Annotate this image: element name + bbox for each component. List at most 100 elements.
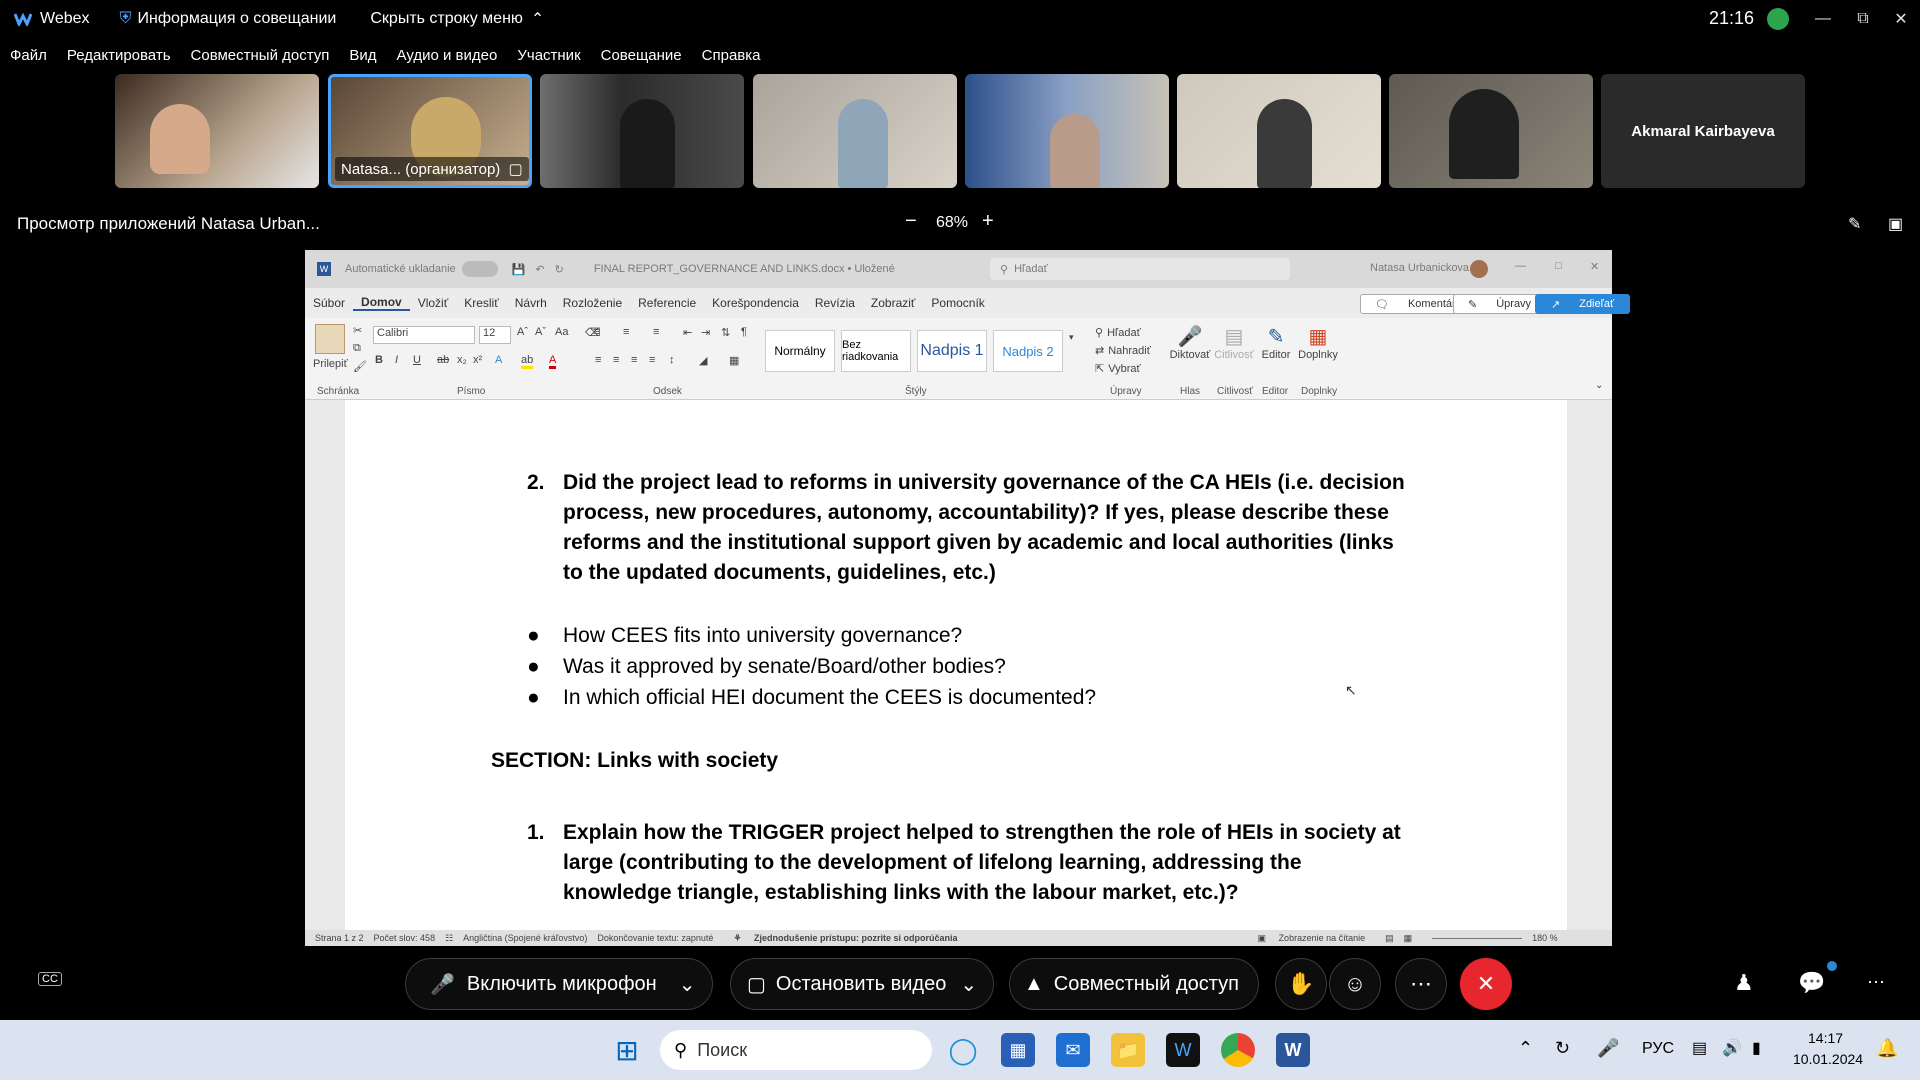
participant-video[interactable] [540, 74, 744, 188]
tab-insert[interactable]: Vložiť [410, 296, 457, 310]
edge-icon[interactable]: ◯ [946, 1033, 980, 1067]
tab-design[interactable]: Návrh [507, 296, 555, 310]
style-normal[interactable]: Normálny [765, 330, 835, 372]
bullets-icon[interactable]: ≡ [593, 326, 599, 338]
volume-icon[interactable]: 🔊 [1722, 1038, 1742, 1058]
menu-meeting[interactable]: Совещание [601, 47, 682, 64]
format-painter-icon[interactable]: 🖌 [353, 360, 367, 373]
subscript-icon[interactable]: x₂ [457, 354, 467, 366]
status-language[interactable]: Angličtina (Spojené kráľovstvo) [463, 933, 587, 943]
participant-video[interactable] [1389, 74, 1593, 188]
style-heading-1[interactable]: Nadpis 1 [917, 330, 987, 372]
participant-video[interactable] [753, 74, 957, 188]
status-words[interactable]: Počet slov: 458 [374, 933, 436, 943]
shared-screen-icon[interactable]: ▣ [1888, 214, 1903, 234]
find-button[interactable]: ⚲ Hľadať [1095, 326, 1141, 340]
print-layout-icon[interactable]: ▤ [1385, 933, 1394, 944]
status-zoom[interactable]: 180 % [1532, 933, 1558, 943]
mail-icon[interactable]: ✉ [1056, 1033, 1090, 1067]
chat-icon[interactable]: 💬 [1798, 970, 1825, 996]
proofing-icon[interactable]: ☷ [445, 933, 453, 944]
windows-start-icon[interactable]: ⊞ [610, 1033, 644, 1067]
font-size-select[interactable]: 12 [479, 326, 511, 344]
redo-icon[interactable]: ↻ [555, 263, 564, 276]
strikethrough-icon[interactable]: ab [437, 354, 449, 366]
document-filename[interactable]: FINAL REPORT_GOVERNANCE AND LINKS.docx •… [594, 263, 895, 275]
webex-app[interactable]: Webex [14, 10, 90, 28]
align-right-icon[interactable]: ≡ [631, 354, 637, 366]
menu-audio-video[interactable]: Аудио и видео [397, 47, 498, 64]
unmute-button[interactable]: 🎤 Включить микрофон ⌄ [405, 958, 713, 1010]
change-case-icon[interactable]: Aa [555, 326, 568, 338]
chevron-down-icon[interactable]: ⌄ [679, 972, 696, 997]
participant-name-tile[interactable]: Akmaral Kairbayeva [1601, 74, 1805, 188]
participants-icon[interactable]: ♟ [1734, 970, 1754, 996]
more-panels-icon[interactable]: ⋯ [1867, 972, 1885, 993]
mic-muted-icon[interactable]: 🎤 [1597, 1038, 1619, 1059]
collapse-ribbon-icon[interactable]: ⌄ [1595, 380, 1603, 391]
zoom-in-icon[interactable]: + [982, 210, 994, 233]
chevron-up-icon[interactable]: ⌃ [1518, 1038, 1533, 1059]
superscript-icon[interactable]: x² [473, 354, 482, 366]
text-effects-icon[interactable]: A [495, 354, 502, 366]
close-icon[interactable]: ✕ [1878, 0, 1920, 38]
network-icon[interactable]: ▤ [1692, 1038, 1707, 1058]
justify-icon[interactable]: ≡ [649, 354, 655, 366]
align-left-icon[interactable]: ≡ [595, 354, 601, 366]
chrome-icon[interactable] [1221, 1033, 1255, 1067]
taskbar-time[interactable]: 14:17 [1808, 1030, 1843, 1046]
menu-file[interactable]: Файл [10, 47, 47, 64]
tab-home[interactable]: Domov [353, 295, 410, 311]
shading-icon[interactable]: ◢ [699, 354, 707, 367]
borders-icon[interactable]: ▦ [729, 354, 739, 367]
webex-taskbar-icon[interactable]: W [1166, 1033, 1200, 1067]
word-restore-icon[interactable]: □ [1555, 260, 1562, 272]
paste-icon[interactable] [315, 324, 345, 354]
align-center-icon[interactable]: ≡ [613, 354, 619, 366]
web-layout-icon[interactable]: ▦ [1404, 933, 1413, 944]
status-autocomplete[interactable]: Dokončovanie textu: zapnuté [597, 933, 713, 943]
paste-label[interactable]: Prilepiť [313, 358, 348, 370]
grow-font-icon[interactable]: Aˆ [517, 326, 528, 338]
menu-help[interactable]: Справка [702, 47, 761, 64]
pilcrow-icon[interactable]: ¶ [741, 326, 747, 338]
input-language[interactable]: РУС [1642, 1040, 1674, 1058]
tab-layout[interactable]: Rozloženie [555, 296, 630, 310]
addins-button[interactable]: ▦ Doplnky [1295, 324, 1341, 361]
word-user-name[interactable]: Natasa Urbanickova [1370, 262, 1469, 274]
save-icon[interactable]: 💾 [512, 263, 526, 276]
underline-icon[interactable]: U [413, 354, 421, 366]
menu-share[interactable]: Совместный доступ [191, 47, 330, 64]
dictate-button[interactable]: 🎤 Diktovať [1167, 324, 1213, 361]
battery-icon[interactable]: ▮ [1752, 1038, 1761, 1058]
hide-menu-button[interactable]: Скрыть строку меню ⌃ [370, 9, 544, 29]
menu-edit[interactable]: Редактировать [67, 47, 171, 64]
participant-video[interactable] [115, 74, 319, 188]
tab-review[interactable]: Revízia [807, 296, 863, 310]
chevron-down-icon[interactable]: ⌄ [960, 972, 977, 997]
italic-icon[interactable]: I [395, 354, 398, 366]
stop-video-button[interactable]: ▢ Остановить видео ⌄ [730, 958, 994, 1010]
style-heading-2[interactable]: Nadpis 2 [993, 330, 1063, 372]
tab-file[interactable]: Súbor [305, 296, 353, 310]
line-spacing-icon[interactable]: ↕ [669, 354, 675, 366]
notification-bell-icon[interactable]: 🔔 [1876, 1038, 1898, 1059]
word-taskbar-icon[interactable]: W [1276, 1033, 1310, 1067]
status-accessibility[interactable]: ⚘ Zjednodušenie prístupu: pozrite si odp… [723, 933, 957, 944]
autosave-toggle[interactable] [461, 261, 498, 277]
participant-video-host[interactable]: Natasa... (организатор) ▢ [328, 74, 532, 188]
more-options-icon[interactable]: ⋯ [1395, 958, 1447, 1010]
store-icon[interactable]: ▦ [1001, 1033, 1035, 1067]
word-close-icon[interactable]: ✕ [1590, 260, 1599, 273]
sync-icon[interactable]: ↻ [1555, 1038, 1570, 1059]
document-page[interactable]: 2. Did the project lead to reforms in un… [345, 400, 1567, 930]
zoom-out-icon[interactable]: − [905, 210, 917, 233]
meeting-info-button[interactable]: ⛨ Информация о совещании [120, 10, 337, 28]
status-reading[interactable]: ▣ Zobrazenie na čítanie [1248, 933, 1366, 944]
file-explorer-icon[interactable]: 📁 [1111, 1033, 1145, 1067]
end-call-button[interactable]: ✕ [1460, 958, 1512, 1010]
highlight-icon[interactable]: ab [521, 354, 534, 369]
select-button[interactable]: ⇱ Vybrať [1095, 362, 1141, 376]
copy-icon[interactable]: ⧉ [353, 342, 361, 355]
sort-icon[interactable]: ⇅ [721, 326, 730, 339]
